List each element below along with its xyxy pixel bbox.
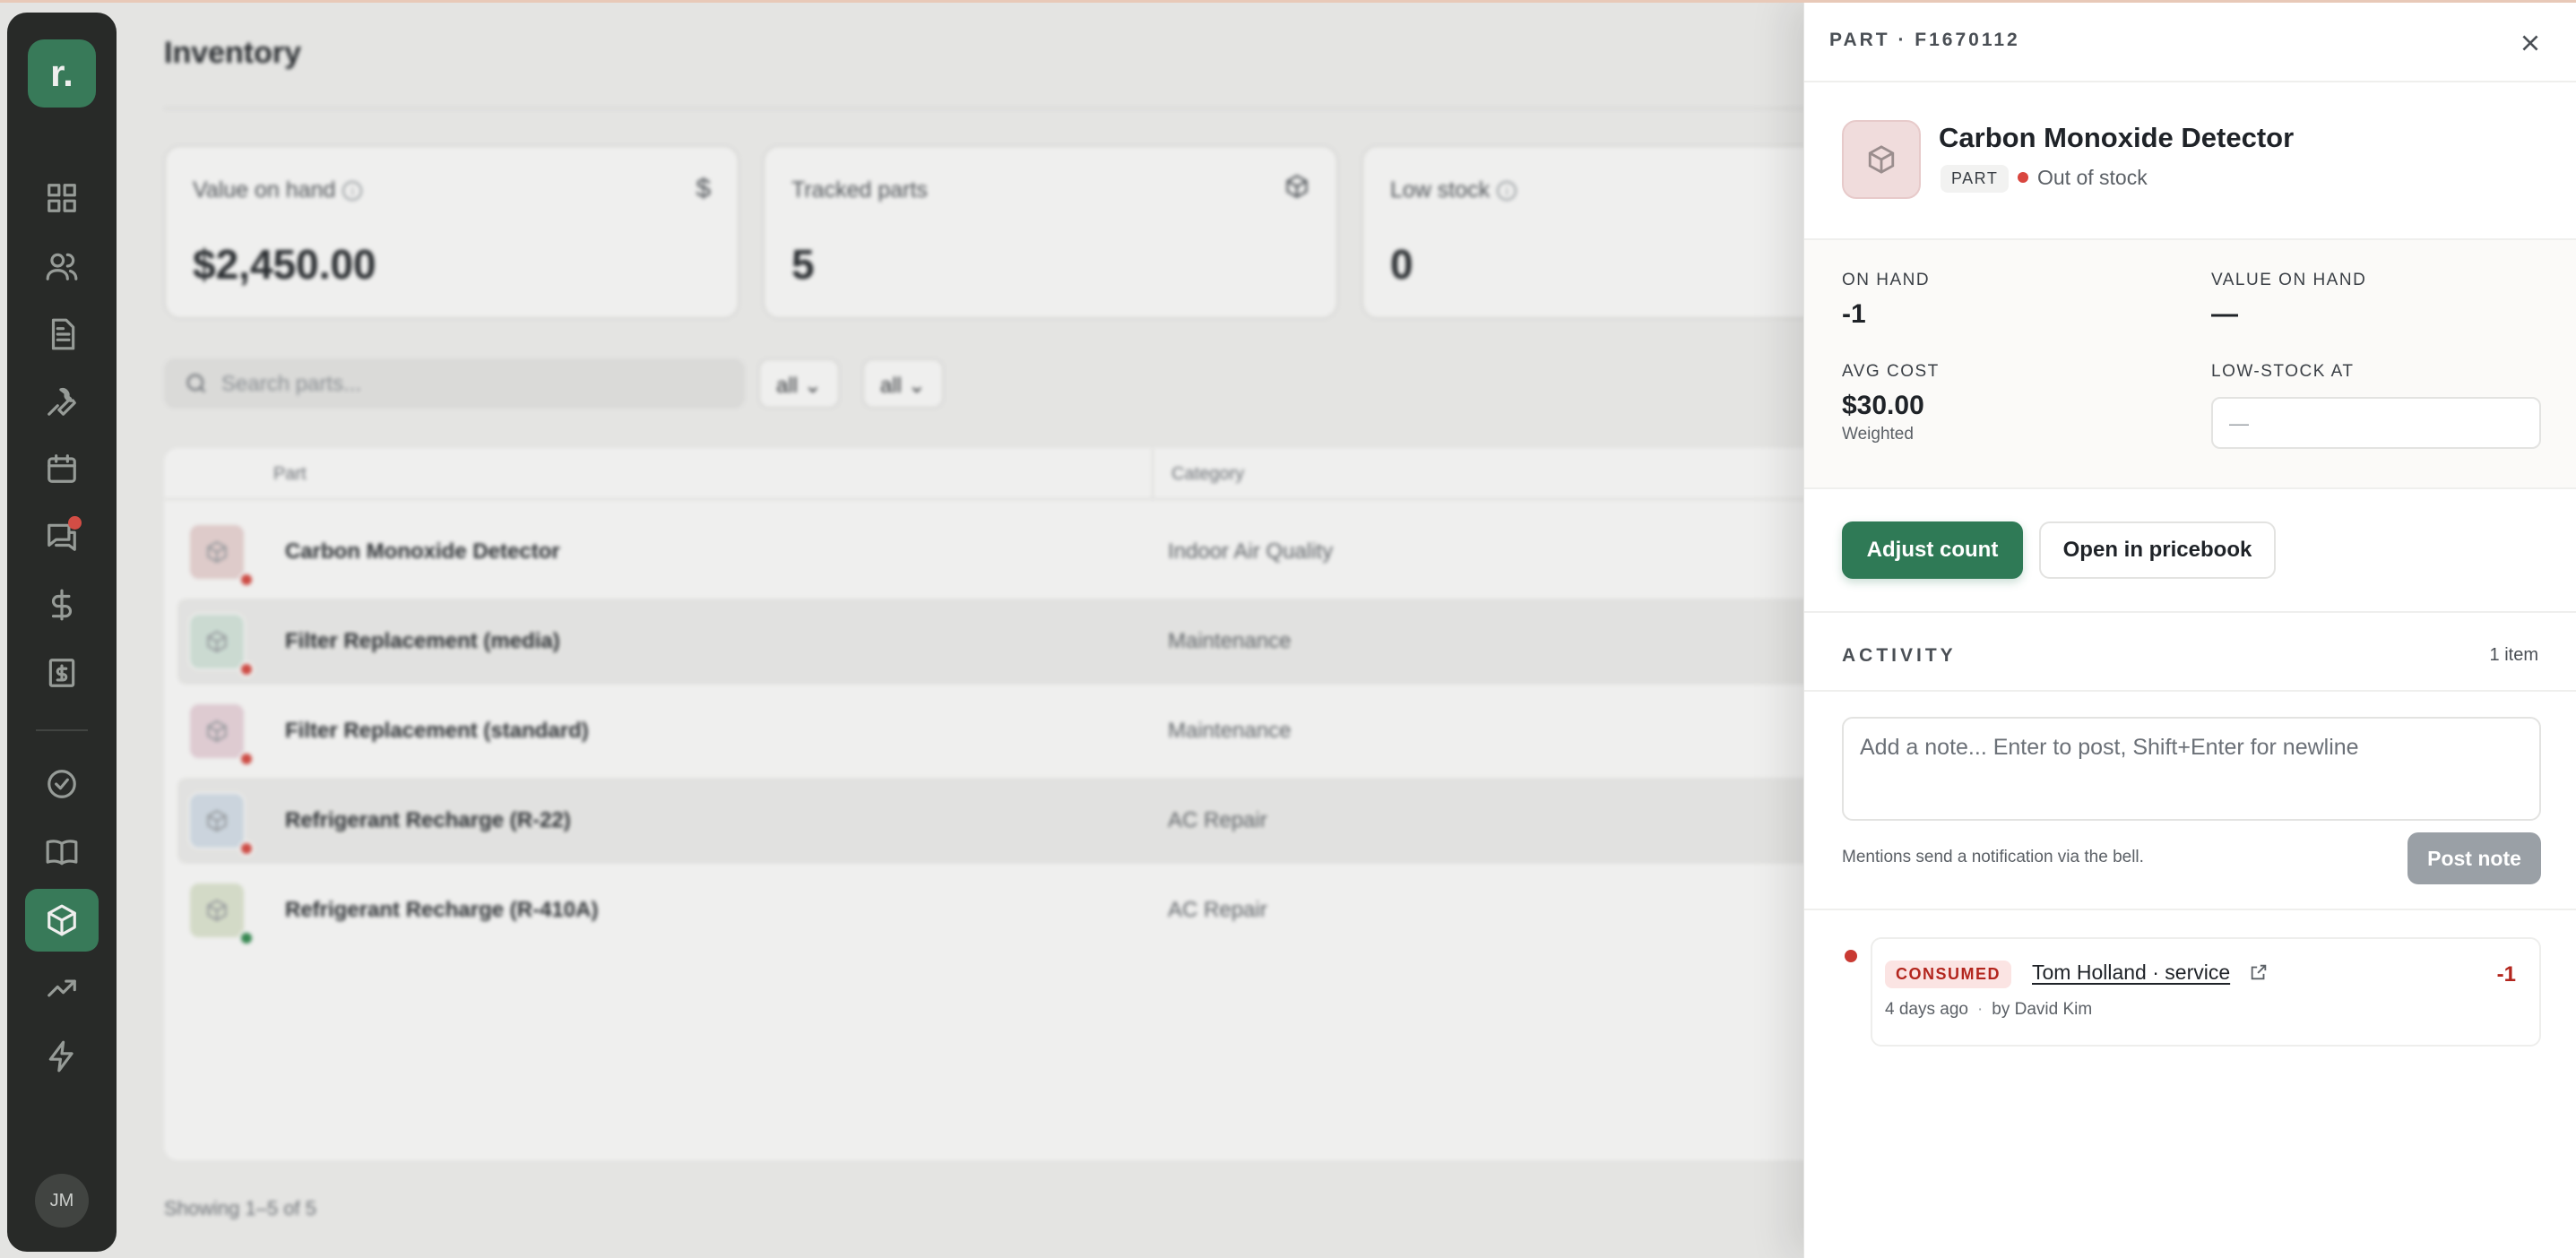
activity-count: 1 item xyxy=(2489,645,2538,665)
modal-backdrop[interactable] xyxy=(0,0,1803,1258)
on-hand-label: ON HAND xyxy=(1842,271,1931,289)
part-detail-drawer: PART · F1670112 Carbon Monoxide Detector… xyxy=(1803,0,2576,1258)
activity-time: 4 days ago xyxy=(1885,1000,1968,1019)
avg-cost-label: AVG COST xyxy=(1842,362,1940,381)
part-thumbnail xyxy=(1842,120,1921,199)
close-button[interactable] xyxy=(2512,25,2548,61)
value-on-hand-value: — xyxy=(2211,299,2238,329)
note-input[interactable]: Add a note... Enter to post, Shift+Enter… xyxy=(1842,717,2541,821)
activity-timeline-dot xyxy=(1845,950,1857,962)
activity-type-badge: CONSUMED xyxy=(1885,961,2012,988)
adjust-count-button[interactable]: Adjust count xyxy=(1842,521,2023,579)
activity-meta: 4 days ago · by David Kim xyxy=(1885,1000,2092,1020)
activity-job-link[interactable]: Tom Holland · service xyxy=(2032,961,2230,985)
type-badge: PART xyxy=(1941,165,2010,193)
low-stock-threshold-input[interactable]: — xyxy=(2211,397,2541,449)
activity-author: by David Kim xyxy=(1992,1000,2093,1019)
low-stock-label: LOW-STOCK AT xyxy=(2211,362,2355,381)
on-hand-value: -1 xyxy=(1842,299,1866,329)
avg-cost-method: Weighted xyxy=(1842,425,1914,444)
stock-status: Out of stock xyxy=(2037,166,2148,189)
drawer-divider xyxy=(1804,909,2576,910)
drawer-divider xyxy=(1804,81,2576,82)
close-icon xyxy=(2522,35,2538,51)
stock-status-dot xyxy=(2018,172,2028,183)
activity-item: CONSUMED Tom Holland · service -1 4 days… xyxy=(1871,937,2541,1047)
activity-heading: ACTIVITY xyxy=(1842,645,1957,666)
mentions-hint: Mentions send a notification via the bel… xyxy=(1842,848,2144,866)
meta-separator: · xyxy=(1976,1000,1984,1019)
post-note-button[interactable]: Post note xyxy=(2407,832,2541,884)
drawer-header: PART · F1670112 xyxy=(1829,30,2020,50)
part-title: Carbon Monoxide Detector xyxy=(1939,122,2295,153)
drawer-divider xyxy=(1804,487,2576,489)
open-in-pricebook-button[interactable]: Open in pricebook xyxy=(2039,521,2276,579)
value-on-hand-label: VALUE ON HAND xyxy=(2211,271,2367,289)
drawer-divider xyxy=(1804,611,2576,613)
avg-cost-value: $30.00 xyxy=(1842,391,1924,420)
top-accent-line xyxy=(0,0,2576,3)
box-icon xyxy=(1868,145,1895,174)
activity-quantity-delta: -1 xyxy=(2496,962,2516,987)
drawer-divider xyxy=(1804,690,2576,692)
external-link-icon[interactable] xyxy=(2249,962,2269,982)
